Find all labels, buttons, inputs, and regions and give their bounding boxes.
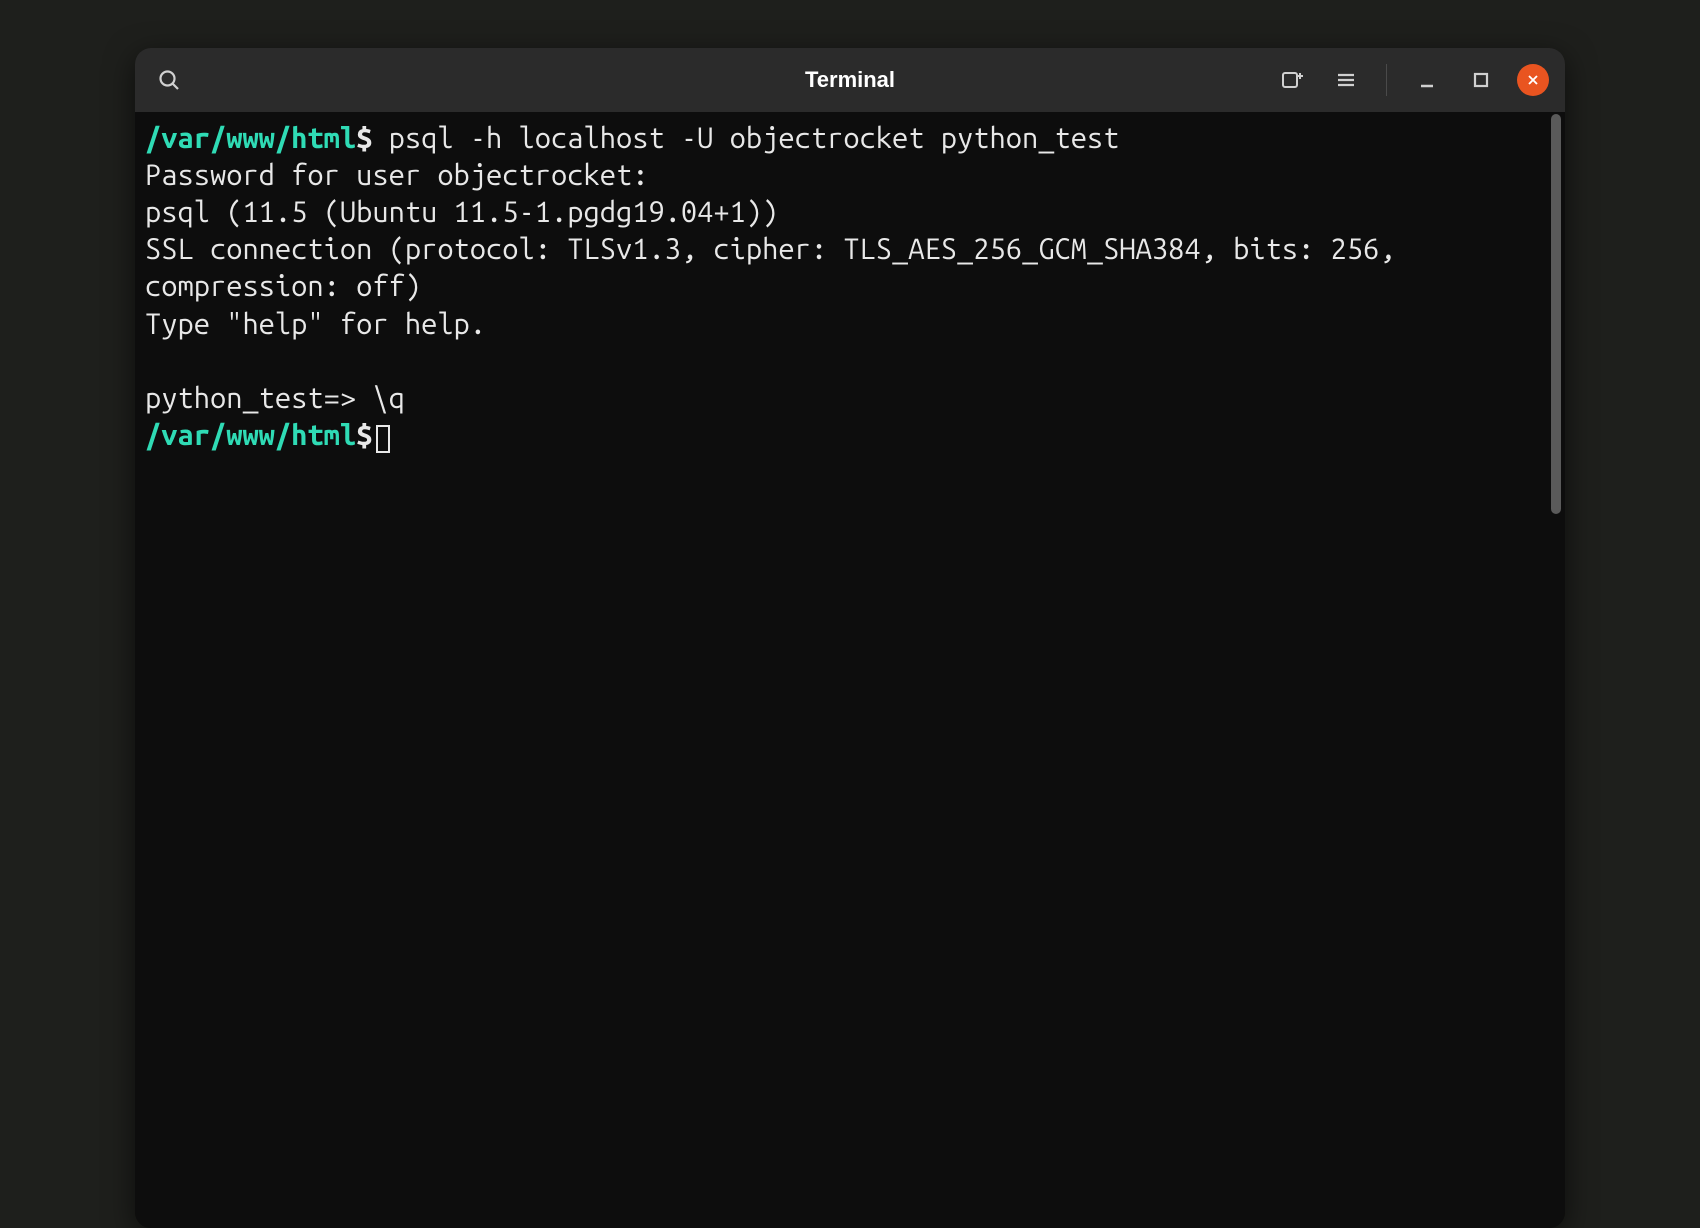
menu-icon[interactable] [1328, 62, 1364, 98]
prompt-path: /var/www/html [145, 419, 356, 451]
titlebar: Terminal [135, 48, 1565, 112]
titlebar-divider [1386, 64, 1387, 96]
terminal-line: Type "help" for help. [145, 306, 1555, 343]
output-text: Type "help" for help. [145, 308, 486, 340]
terminal-line: Password for user objectrocket: [145, 157, 1555, 194]
window-title: Terminal [805, 67, 895, 93]
close-button[interactable] [1517, 64, 1549, 96]
new-tab-icon[interactable] [1274, 62, 1310, 98]
scrollbar[interactable] [1551, 114, 1561, 514]
terminal-line: python_test=> \q [145, 380, 1555, 417]
cursor [376, 425, 390, 453]
terminal-line: SSL connection (protocol: TLSv1.3, ciphe… [145, 231, 1555, 305]
prompt-symbol: $ [356, 419, 372, 451]
output-text [145, 345, 161, 377]
terminal-line: psql (11.5 (Ubuntu 11.5-1.pgdg19.04+1)) [145, 194, 1555, 231]
terminal-window: Terminal [135, 48, 1565, 1228]
prompt-symbol: $ [356, 122, 372, 154]
command-text: psql -h localhost -U objectrocket python… [372, 122, 1119, 154]
prompt-path: /var/www/html [145, 122, 356, 154]
minimize-button[interactable] [1409, 62, 1445, 98]
output-text: psql (11.5 (Ubuntu 11.5-1.pgdg19.04+1)) [145, 196, 778, 228]
terminal-line: /var/www/html$ psql -h localhost -U obje… [145, 120, 1555, 157]
output-text: python_test=> \q [145, 382, 405, 414]
maximize-button[interactable] [1463, 62, 1499, 98]
terminal-line [145, 343, 1555, 380]
terminal-content: /var/www/html$ psql -h localhost -U obje… [145, 120, 1555, 454]
output-text: SSL connection (protocol: TLSv1.3, ciphe… [145, 233, 1412, 302]
terminal-body[interactable]: /var/www/html$ psql -h localhost -U obje… [135, 112, 1565, 1228]
search-icon[interactable] [151, 62, 187, 98]
terminal-line: /var/www/html$ [145, 417, 1555, 454]
output-text: Password for user objectrocket: [145, 159, 648, 191]
